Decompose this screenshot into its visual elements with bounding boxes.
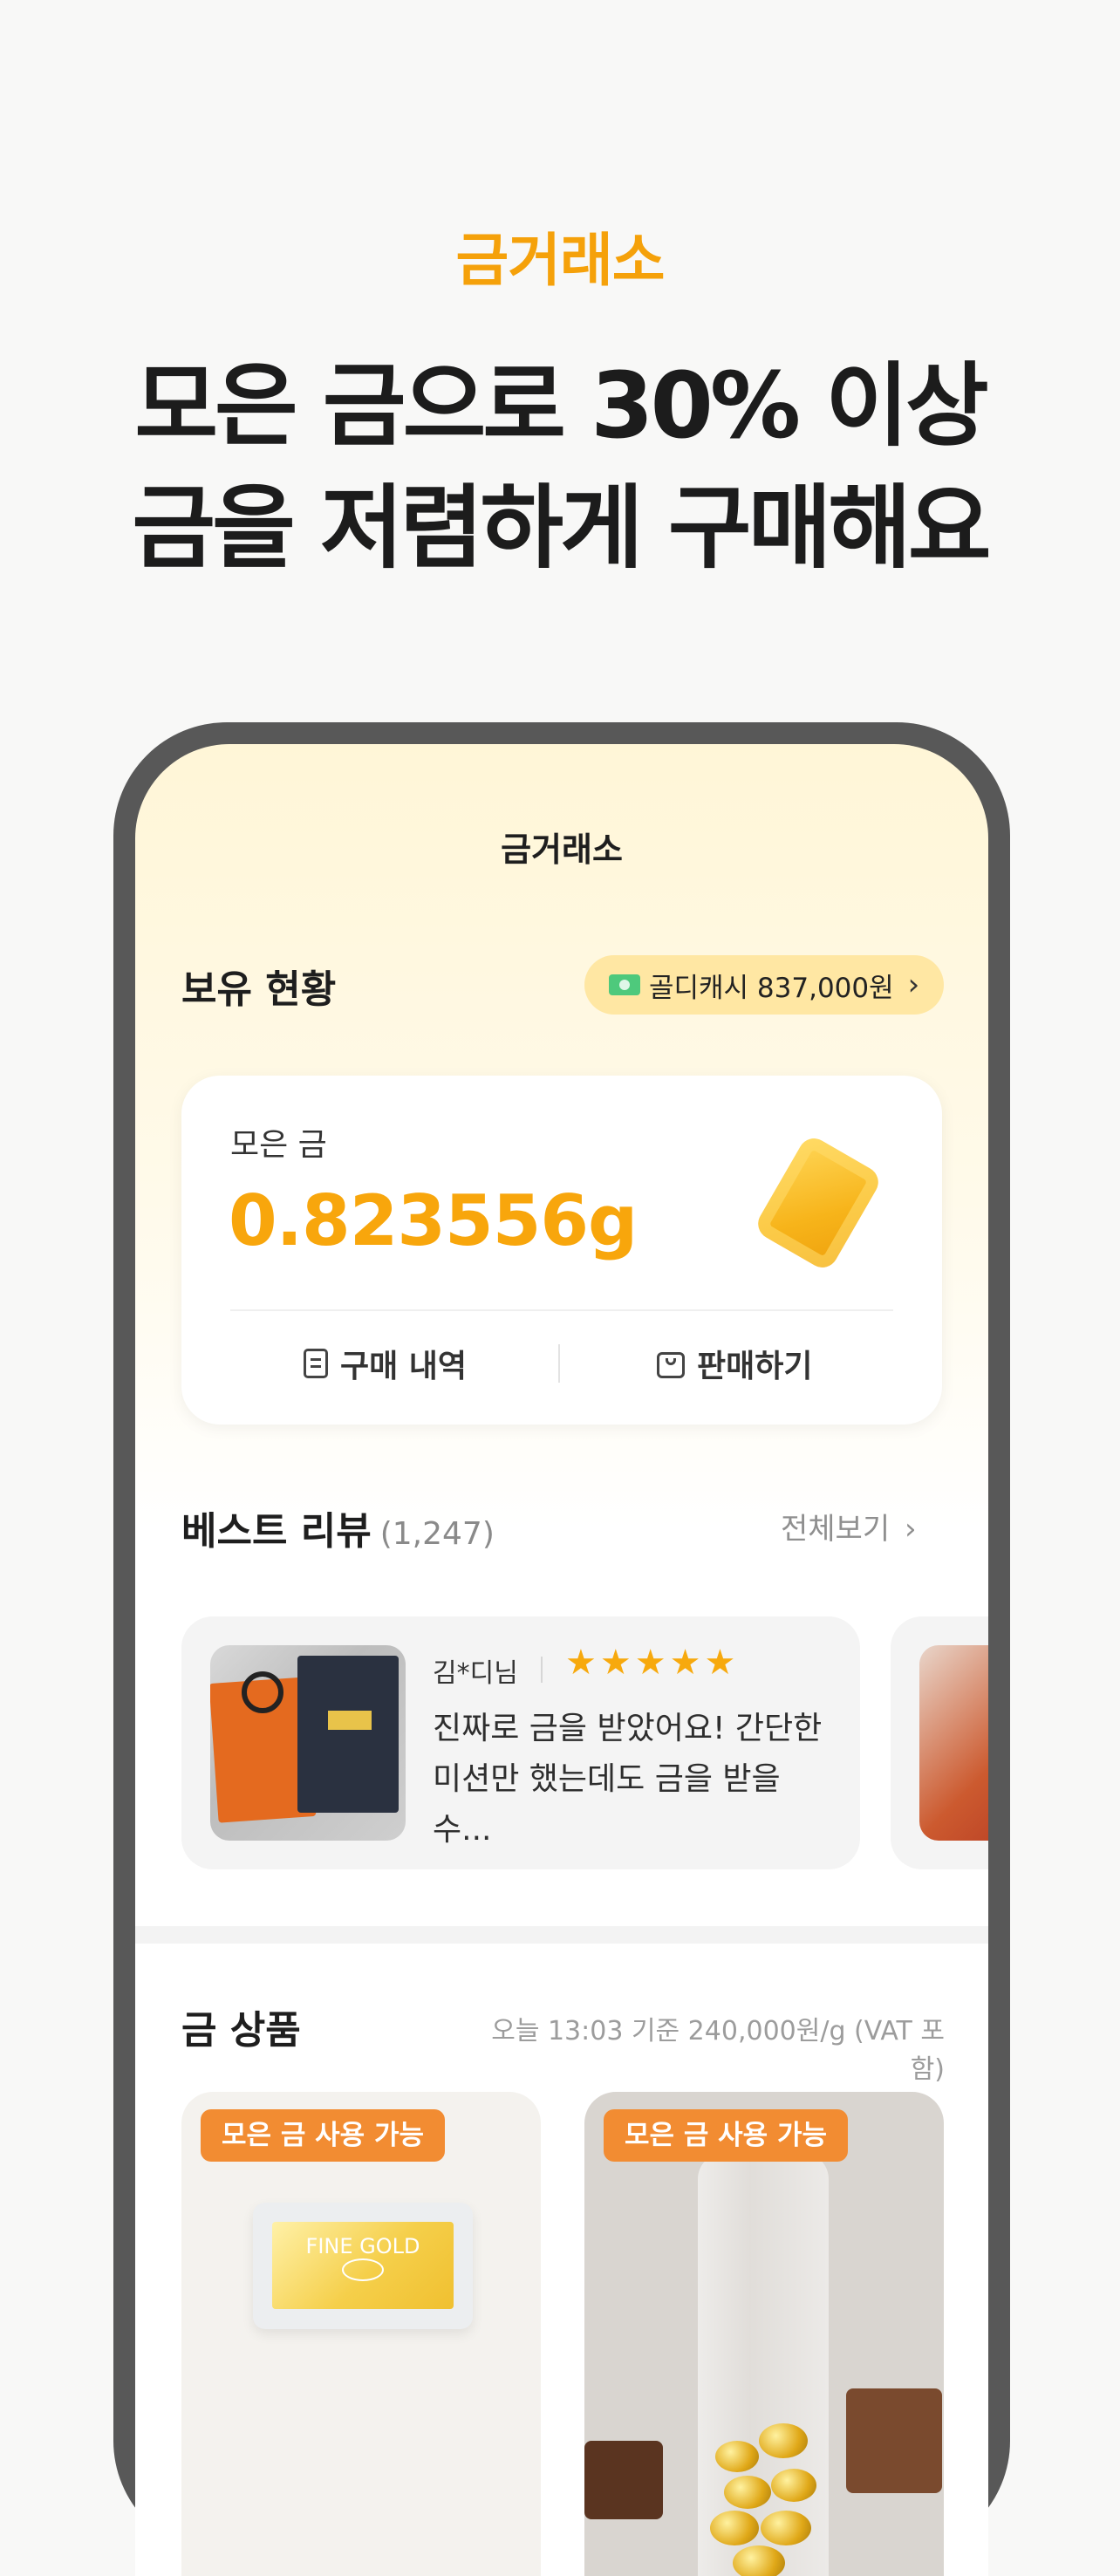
gold-nugget	[759, 2423, 808, 2458]
gold-nugget	[715, 2441, 759, 2472]
goldy-cash-label: 골디캐시 837,000원	[649, 972, 894, 1004]
gold-bar-seal	[342, 2258, 384, 2281]
review-count: (1,247)	[379, 1516, 495, 1552]
products-section-title: 금 상품	[181, 2008, 301, 2053]
gold-nugget	[724, 2476, 771, 2509]
gold-bar-face: FINE GOLD	[272, 2222, 454, 2309]
review-text: 진짜로 금을 받았어요! 간단한 미션만 했는데도 금을 받을 수...	[433, 1711, 823, 1848]
holdings-card: 모은 금 0.823556g 구매 내역 판매하기	[181, 1076, 942, 1425]
collected-gold-label: 모은 금	[230, 1127, 327, 1163]
photo-gold-bar	[328, 1711, 372, 1730]
product-card[interactable]: 모은 금 사용 가능	[584, 2092, 944, 2576]
collected-gold-value: 0.823556g	[229, 1180, 638, 1261]
hero-title-line1: 모은 금으로 30% 이상	[134, 352, 988, 459]
review-card[interactable]: 김*디님 ★★★★★ 진짜로 금을 받았어요! 간단한 미션만 했는데도 금을 …	[181, 1616, 860, 1869]
product-badge: 모은 금 사용 가능	[604, 2109, 849, 2162]
wood-block	[846, 2388, 942, 2493]
product-badge: 모은 금 사용 가능	[201, 2109, 446, 2162]
wood-block	[584, 2441, 663, 2519]
product-card[interactable]: 모은 금 사용 가능 FINE GOLD	[181, 2092, 541, 2576]
gold-bar-icon	[752, 1132, 884, 1274]
hero-title: 모은 금으로 30% 이상 금을 저렴하게 구매해요	[0, 345, 1120, 589]
app-screen: 금거래소 보유 현황 골디캐시 837,000원 › 모은 금 0.823556…	[135, 744, 988, 2576]
review-photo	[210, 1645, 406, 1841]
hero-eyebrow: 금거래소	[455, 227, 666, 294]
star-rating: ★★★★★	[565, 1643, 740, 1683]
gold-bar-text: FINE GOLD	[305, 2234, 420, 2258]
section-divider	[135, 1926, 988, 1944]
shopping-bag-icon	[657, 1352, 685, 1378]
buy-history-label: 구매 내역	[340, 1349, 468, 1384]
gold-jar-image	[698, 2153, 829, 2576]
gold-nugget	[761, 2511, 811, 2545]
gold-nugget	[733, 2545, 785, 2576]
chevron-right-icon: ›	[907, 967, 920, 1002]
chevron-right-icon: ›	[904, 1512, 917, 1547]
buy-history-button[interactable]: 구매 내역	[304, 1337, 467, 1390]
card-divider	[230, 1309, 893, 1311]
best-reviews-title: 베스트 리뷰 (1,247)	[181, 1500, 495, 1555]
sell-button[interactable]: 판매하기	[657, 1337, 812, 1390]
reviewer-separator	[541, 1657, 543, 1683]
goldy-cash-button[interactable]: 골디캐시 837,000원 ›	[584, 955, 944, 1015]
gold-bar-image: FINE GOLD	[253, 2203, 473, 2329]
gold-nugget	[710, 2511, 759, 2545]
phone-frame: 금거래소 보유 현황 골디캐시 837,000원 › 모은 금 0.823556…	[113, 722, 1010, 2576]
best-reviews-label: 베스트 리뷰	[181, 1509, 372, 1554]
review-photo	[919, 1645, 988, 1841]
sell-label: 판매하기	[697, 1349, 813, 1384]
see-all-label: 전체보기	[781, 1512, 891, 1547]
cash-icon	[609, 974, 640, 995]
review-card-next[interactable]	[891, 1616, 988, 1869]
holdings-section-title: 보유 현황	[181, 967, 337, 1012]
gold-price-note: 오늘 13:03 기준 240,000원/g (VAT 포함)	[491, 2016, 945, 2085]
button-separator	[558, 1344, 560, 1383]
gold-nugget	[771, 2469, 816, 2502]
hero-title-line2: 금을 저렴하게 구매해요	[132, 475, 991, 581]
photo-dark-box	[297, 1656, 399, 1813]
screen-title: 금거래소	[501, 830, 623, 869]
see-all-link[interactable]: 전체보기 ›	[781, 1505, 917, 1548]
photo-ribbon	[242, 1671, 283, 1713]
reviewer-name: 김*디님	[433, 1658, 518, 1689]
receipt-icon	[304, 1349, 328, 1378]
